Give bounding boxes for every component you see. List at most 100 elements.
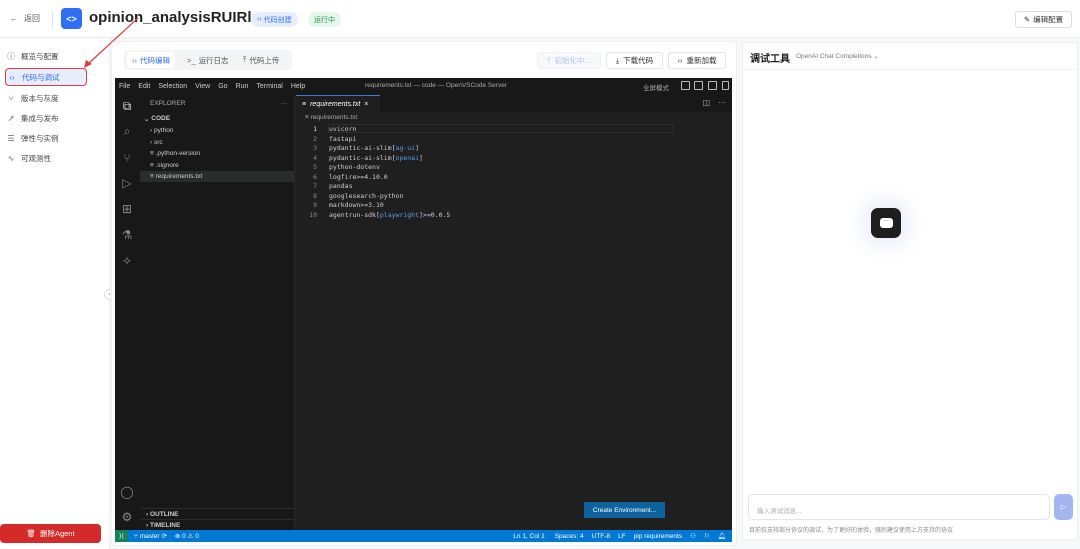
tab-run-logs[interactable]: >_ 运行日志 bbox=[182, 52, 234, 68]
reload-button[interactable]: ‹› 重新加载 bbox=[668, 52, 726, 69]
code-icon: ‹› bbox=[257, 16, 264, 23]
chat-icon: ·· bbox=[871, 208, 901, 238]
settings-gear-icon[interactable]: ⚙ bbox=[119, 509, 135, 525]
run-debug-icon[interactable]: ▷ bbox=[119, 175, 135, 191]
chevron-down-icon: ⌄ bbox=[144, 115, 152, 123]
debug-panel bbox=[742, 42, 1078, 540]
customize-layout-icon[interactable] bbox=[722, 81, 729, 90]
tab-code-edit[interactable]: ‹› 代码编辑 bbox=[127, 52, 175, 68]
server-icon: ☰ bbox=[7, 133, 15, 143]
more-icon[interactable]: ··· bbox=[718, 98, 726, 107]
problems-item[interactable]: ⊗ 0 ⚠ 0 bbox=[175, 532, 199, 540]
timeline-section[interactable]: › TIMELINE bbox=[140, 519, 295, 530]
source-control-icon[interactable]: ⑂ bbox=[119, 150, 135, 166]
sidebar-item-observability[interactable]: ∿ 可观测性 bbox=[5, 149, 101, 167]
code-text: uvicorn bbox=[329, 125, 357, 133]
trash-icon: 🗑 bbox=[26, 529, 36, 538]
folder-code[interactable]: ⌄ CODE bbox=[140, 113, 295, 124]
code-text: agentrun-sdk[ bbox=[329, 210, 380, 219]
menu-go[interactable]: Go bbox=[214, 83, 231, 90]
code-line[interactable]: 4 pydantic-ai-slim[openai] bbox=[300, 154, 423, 164]
editor-tab-requirements[interactable]: ≡ requirements.txt × bbox=[296, 95, 380, 112]
menu-run[interactable]: Run bbox=[232, 83, 253, 90]
sidebar-item-instances[interactable]: ☰ 弹性与实例 bbox=[5, 129, 101, 147]
protocol-hint: 目前仅支持部分协议的调试，为了更好的体验，强烈建议使用上方支持的协议 bbox=[749, 528, 954, 534]
menu-file[interactable]: File bbox=[115, 83, 134, 90]
tree-item-python-version[interactable]: ≡ .python-version bbox=[140, 148, 295, 159]
code-text: pydantic-ai-slim[ bbox=[329, 153, 396, 162]
line-number: 7 bbox=[313, 182, 317, 190]
send-button[interactable]: ▷ bbox=[1054, 494, 1073, 520]
split-editor-icon[interactable]: ◫ bbox=[702, 98, 710, 107]
download-code-button[interactable]: ⤓ 下载代码 bbox=[606, 52, 663, 69]
status-badge: 运行中 bbox=[308, 12, 341, 27]
menu-edit[interactable]: Edit bbox=[134, 83, 154, 90]
menu-selection[interactable]: Selection bbox=[154, 83, 191, 90]
code-line[interactable]: 8 googlesearch-python bbox=[300, 192, 403, 202]
line-number: 9 bbox=[313, 201, 317, 209]
close-icon[interactable]: × bbox=[364, 101, 368, 108]
code-line[interactable]: 5 python-dotenv bbox=[300, 163, 380, 173]
protocol-select[interactable]: OpenAI Chat Completions ⌄ bbox=[796, 52, 879, 60]
breadcrumb[interactable]: ≡ requirements.txt bbox=[305, 114, 357, 121]
type-badge: ‹› 代码创建 bbox=[251, 12, 298, 27]
account-icon[interactable]: ◯ bbox=[119, 484, 135, 500]
code-line[interactable]: 3 pydantic-ai-slim[ag-ui] bbox=[300, 144, 419, 154]
delete-agent-button[interactable]: 🗑 删除Agent bbox=[0, 524, 101, 543]
extensions-icon[interactable]: ⊞ bbox=[119, 201, 135, 217]
feedback-icon[interactable]: ⚐ bbox=[704, 532, 710, 540]
code-line[interactable]: 1 uvicorn bbox=[300, 125, 356, 135]
search-icon[interactable]: ⌕ bbox=[119, 123, 135, 139]
sidebar-item-publish[interactable]: ↗ 集成与发布 bbox=[5, 109, 101, 127]
tree-item-requirements[interactable]: ≡ requirements.txt bbox=[140, 171, 295, 182]
indentation[interactable]: Spaces: 4 bbox=[555, 533, 584, 540]
line-number: 3 bbox=[313, 144, 317, 152]
eol[interactable]: LF bbox=[618, 533, 626, 540]
files-icon[interactable]: ⧉ bbox=[119, 98, 135, 114]
code-text: ]>=0.0.5 bbox=[419, 210, 451, 219]
toggle-panel-icon[interactable] bbox=[694, 81, 703, 90]
edit-icon: ✎ bbox=[1023, 15, 1031, 24]
tree-item-src[interactable]: › src bbox=[140, 137, 295, 148]
notifications-icon[interactable]: 🔔︎ bbox=[718, 532, 726, 540]
outline-section[interactable]: › OUTLINE bbox=[140, 508, 295, 519]
code-text: python-dotenv bbox=[329, 163, 380, 171]
debug-title: 调试工具 bbox=[750, 54, 790, 65]
code-text: logfire>=4.10.0 bbox=[329, 172, 388, 181]
more-icon[interactable]: ··· bbox=[281, 100, 288, 107]
remote-icon[interactable]: ⟩⟨ bbox=[115, 530, 128, 542]
chevron-down-icon: ⌄ bbox=[873, 53, 879, 60]
upload-icon: ⤒ bbox=[243, 55, 247, 64]
menu-view[interactable]: View bbox=[191, 83, 214, 90]
code-extra: ag-ui bbox=[395, 144, 416, 152]
encoding[interactable]: UTF-8 bbox=[592, 533, 610, 540]
code-line[interactable]: 2 fastapi bbox=[300, 135, 356, 145]
line-number: 1 bbox=[313, 125, 317, 133]
toggle-sidebar-icon[interactable] bbox=[681, 81, 690, 90]
line-number: 5 bbox=[313, 163, 317, 171]
tab-code-upload[interactable]: ⤒ 代码上传 bbox=[238, 52, 284, 68]
code-text: pydantic-ai-slim[ bbox=[329, 144, 396, 152]
tree-item-python[interactable]: › python bbox=[140, 125, 295, 136]
testing-icon[interactable]: ⚗ bbox=[119, 227, 135, 243]
line-number: 8 bbox=[313, 191, 317, 200]
tree-item-signore[interactable]: ≡ .signore bbox=[140, 160, 295, 171]
edit-config-button[interactable]: ✎ 编辑配置 bbox=[1015, 11, 1072, 28]
code-line[interactable]: 10 agentrun-sdk[playwright]>=0.0.5 bbox=[300, 211, 450, 221]
fullscreen-button[interactable]: 全屏模式 bbox=[643, 82, 669, 92]
menu-help[interactable]: Help bbox=[287, 83, 309, 90]
create-environment-button[interactable]: Create Environment... bbox=[584, 502, 665, 518]
message-input[interactable]: 输入测试消息... bbox=[748, 494, 1050, 520]
toggle-secondary-sidebar-icon[interactable] bbox=[708, 81, 717, 90]
branch-item[interactable]: ⑂ master ⟳ bbox=[134, 532, 167, 540]
menu-terminal[interactable]: Terminal bbox=[252, 83, 286, 90]
init-button[interactable]: ⤒ 初始化中... bbox=[537, 52, 601, 69]
python-icon[interactable]: ⟡ bbox=[119, 252, 135, 268]
code-line[interactable]: 9 markdown>=3.10 bbox=[300, 201, 384, 211]
cursor-position[interactable]: Ln 1, Col 1 bbox=[513, 533, 544, 540]
copilot-icon[interactable]: ⚇ bbox=[690, 532, 696, 540]
language-mode[interactable]: pip requirements bbox=[634, 533, 682, 540]
code-line[interactable]: 6 logfire>=4.10.0 bbox=[300, 173, 388, 183]
code-text: googlesearch-python bbox=[329, 191, 404, 200]
code-line[interactable]: 7 pandas bbox=[300, 182, 352, 192]
